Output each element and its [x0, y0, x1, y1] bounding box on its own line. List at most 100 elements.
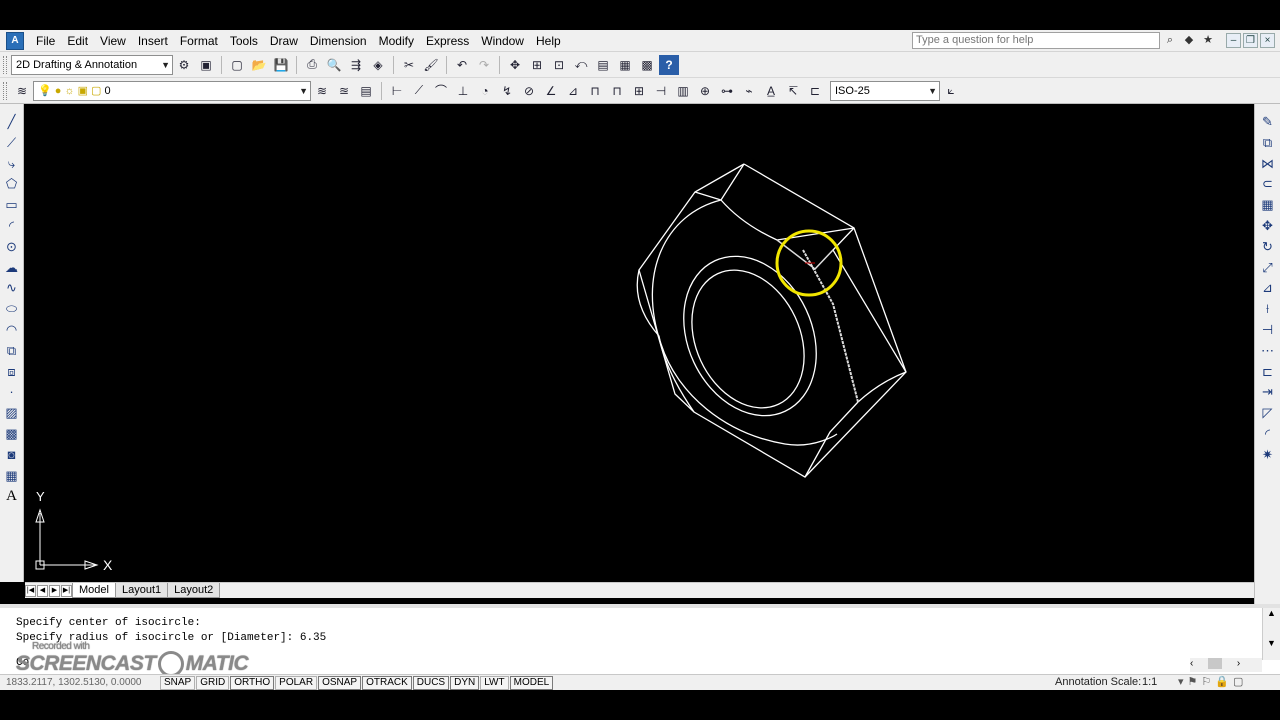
lock-icon[interactable]: 🔒 — [1215, 675, 1229, 688]
layer-select[interactable]: 💡 ● ☼ ▣ ▢ 0 ▼ — [33, 80, 311, 101]
center-mark-icon[interactable]: ⊕ — [695, 81, 715, 101]
dimension-break-icon[interactable]: ⊣ — [651, 81, 671, 101]
menu-view[interactable]: View — [94, 34, 132, 48]
menu-format[interactable]: Format — [174, 34, 224, 48]
trim-icon[interactable]: ⟊ — [1258, 299, 1278, 319]
polyline-icon[interactable]: ⤷ — [2, 154, 22, 174]
erase-icon[interactable]: ✎ — [1258, 112, 1278, 132]
match-properties-icon[interactable]: 🖌 — [421, 55, 441, 75]
my-workspace-icon[interactable]: ▣ — [196, 55, 216, 75]
make-object-layer-current-icon[interactable]: ≋ — [312, 81, 332, 101]
tab-model[interactable]: Model — [72, 583, 116, 598]
break-icon[interactable]: ⊏ — [1258, 362, 1278, 382]
angular-dimension-icon[interactable]: ∠ — [541, 81, 561, 101]
help-icon[interactable]: ? — [659, 54, 679, 75]
dimension-style-icon[interactable]: ⟀ — [941, 81, 961, 101]
workspace-select[interactable]: 2D Drafting & Annotation ▼ — [11, 54, 173, 75]
plot-preview-icon[interactable]: 🔍 — [324, 55, 344, 75]
chamfer-icon[interactable]: ◸ — [1258, 403, 1278, 423]
dimension-space-icon[interactable]: ⊞ — [629, 81, 649, 101]
rectangle-icon[interactable]: ▭ — [2, 195, 22, 215]
zoom-realtime-icon[interactable]: ⊞ — [527, 55, 547, 75]
tolerance-icon[interactable]: ▥ — [673, 81, 693, 101]
layer-previous-icon[interactable]: ≊ — [334, 81, 354, 101]
rotate-icon[interactable]: ↻ — [1258, 237, 1278, 257]
ducs-toggle[interactable]: DUCS — [412, 675, 450, 690]
spline-icon[interactable]: ∿ — [2, 278, 22, 298]
arc-icon[interactable]: ◜ — [2, 216, 22, 236]
scale-icon[interactable]: ⤢ — [1258, 258, 1278, 278]
open-file-icon[interactable]: 📂 — [249, 55, 269, 75]
prev-tab-icon[interactable]: ◀ — [37, 584, 48, 597]
menu-tools[interactable]: Tools — [224, 34, 264, 48]
scroll-left-icon[interactable]: ‹ — [1190, 658, 1193, 669]
command-window[interactable]: Specify center of isocircle: Specify rad… — [0, 604, 1280, 677]
zoom-previous-icon[interactable]: ⤺ — [571, 55, 591, 75]
grid-toggle[interactable]: GRID — [196, 675, 230, 690]
search-icon[interactable]: ⌕ — [1162, 32, 1178, 49]
model-toggle[interactable]: MODEL — [509, 675, 554, 690]
workspace-settings-icon[interactable]: ⚙ — [174, 55, 194, 75]
last-tab-icon[interactable]: ▶| — [61, 584, 72, 597]
explode-icon[interactable]: ✷ — [1258, 445, 1278, 465]
scroll-thumb[interactable] — [1208, 658, 1223, 669]
annotation-scale-value[interactable]: 1:1 — [1142, 676, 1157, 688]
new-file-icon[interactable]: ▢ — [227, 55, 247, 75]
undo-icon[interactable]: ↶ — [452, 55, 472, 75]
stretch-icon[interactable]: ⊿ — [1258, 278, 1278, 298]
snap-toggle[interactable]: SNAP — [160, 675, 196, 690]
menu-window[interactable]: Window — [475, 34, 530, 48]
gradient-icon[interactable]: ▩ — [2, 424, 22, 444]
circle-icon[interactable]: ⊙ — [2, 237, 22, 257]
dyn-toggle[interactable]: DYN — [450, 675, 480, 690]
copy-icon[interactable]: ⧉ — [1258, 133, 1278, 153]
inspection-icon[interactable]: ⊶ — [717, 81, 737, 101]
region-icon[interactable]: ◙ — [2, 445, 22, 465]
menu-draw[interactable]: Draw — [264, 34, 304, 48]
properties-icon[interactable]: ▤ — [593, 55, 613, 75]
make-block-icon[interactable]: ⧈ — [2, 362, 22, 382]
ortho-toggle[interactable]: ORTHO — [230, 675, 275, 690]
menu-edit[interactable]: Edit — [61, 34, 94, 48]
calculator-icon[interactable]: ▩ — [637, 55, 657, 75]
communication-center-icon[interactable]: ◆ — [1181, 32, 1197, 49]
arc-length-icon[interactable]: ⌒ — [431, 81, 451, 101]
insert-block-icon[interactable]: ⧉ — [2, 341, 22, 361]
close-icon[interactable]: × — [1260, 33, 1275, 48]
command-hscroll[interactable]: ‹ › — [1190, 658, 1262, 672]
plot-icon[interactable]: ⎙ — [302, 55, 322, 75]
clean-screen-icon[interactable]: ▢ — [1233, 675, 1243, 688]
command-scrollbar[interactable]: ▲ ▼ — [1262, 608, 1280, 660]
help-search-input[interactable]: Type a question for help — [912, 32, 1160, 49]
menu-help[interactable]: Help — [530, 34, 567, 48]
menu-dimension[interactable]: Dimension — [304, 34, 373, 48]
polar-toggle[interactable]: POLAR — [275, 675, 318, 690]
annotation-visibility-icon[interactable]: ⚑ — [1188, 675, 1198, 688]
polygon-icon[interactable]: ⬠ — [2, 174, 22, 194]
design-center-icon[interactable]: ▦ — [615, 55, 635, 75]
revision-cloud-icon[interactable]: ☁ — [2, 258, 22, 278]
osnap-toggle[interactable]: OSNAP — [318, 675, 362, 690]
scroll-right-icon[interactable]: › — [1237, 658, 1240, 669]
first-tab-icon[interactable]: |◀ — [25, 584, 36, 597]
menu-file[interactable]: File — [30, 34, 61, 48]
multiline-text-icon[interactable]: A — [2, 486, 22, 506]
break-at-point-icon[interactable]: ⋯ — [1258, 341, 1278, 361]
3d-dwf-icon[interactable]: ◈ — [368, 55, 388, 75]
aligned-dimension-icon[interactable]: ⟋ — [409, 81, 429, 101]
minimize-icon[interactable]: – — [1226, 33, 1241, 48]
mirror-icon[interactable]: ⋈ — [1258, 154, 1278, 174]
baseline-dimension-icon[interactable]: ⊓ — [585, 81, 605, 101]
dimension-update-icon[interactable]: ⊏ — [805, 81, 825, 101]
line-icon[interactable]: ╱ — [2, 112, 22, 132]
offset-icon[interactable]: ⊂ — [1258, 174, 1278, 194]
layer-properties-icon[interactable]: ≋ — [12, 81, 32, 101]
cut-icon[interactable]: ✂ — [399, 55, 419, 75]
jogged-dimension-icon[interactable]: ↯ — [497, 81, 517, 101]
menu-modify[interactable]: Modify — [373, 34, 420, 48]
otrack-toggle[interactable]: OTRACK — [362, 675, 412, 690]
dimension-edit-icon[interactable]: A̲ — [761, 81, 781, 101]
point-icon[interactable]: · — [2, 382, 22, 402]
lwt-toggle[interactable]: LWT — [480, 675, 509, 690]
drawing-canvas[interactable]: Y X — [25, 104, 1254, 582]
